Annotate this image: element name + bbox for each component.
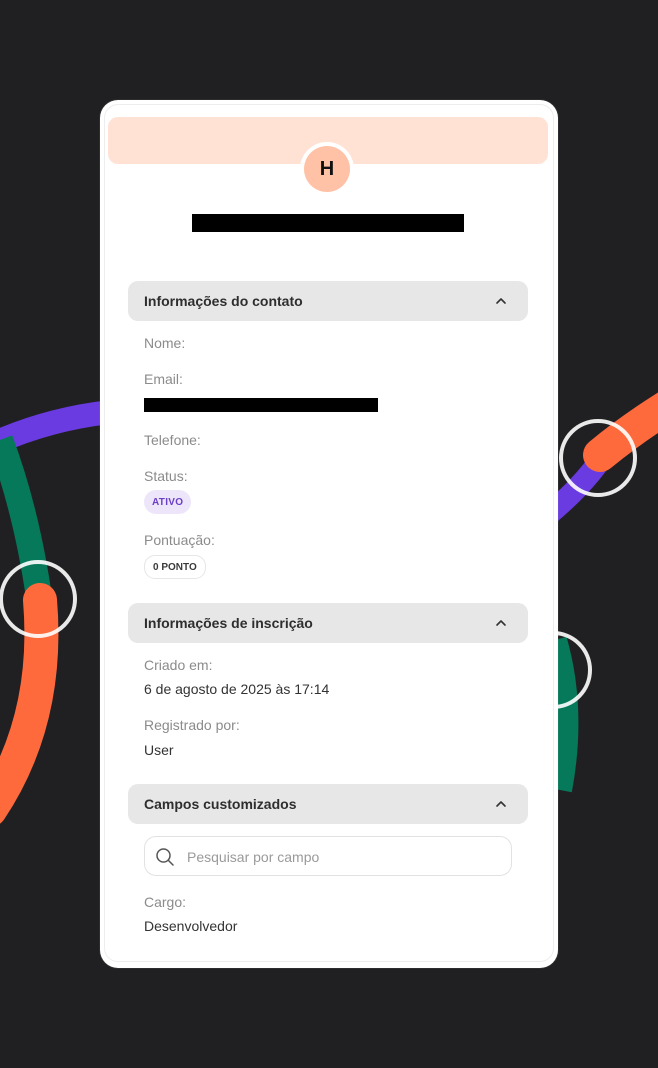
cargo-label: Cargo: bbox=[144, 894, 187, 910]
cargo-value: Desenvolvedor bbox=[144, 918, 238, 934]
chevron-up-icon bbox=[496, 298, 506, 304]
section-header-contact-info[interactable]: Informações do contato bbox=[128, 281, 528, 321]
name-label: Nome: bbox=[144, 335, 186, 351]
registered-by-value: User bbox=[144, 742, 174, 758]
status-label: Status: bbox=[144, 468, 188, 484]
registered-by-label: Registrado por: bbox=[144, 717, 240, 733]
score-badge: 0 PONTO bbox=[144, 555, 206, 579]
avatar: H bbox=[304, 146, 350, 192]
search-icon bbox=[156, 848, 174, 866]
section-title: Informações de inscrição bbox=[144, 615, 313, 631]
chevron-up-icon bbox=[496, 801, 506, 807]
field-search bbox=[144, 836, 512, 877]
redacted-contact-name bbox=[192, 214, 464, 232]
created-value: 6 de agosto de 2025 às 17:14 bbox=[144, 681, 330, 697]
score-label: Pontuação: bbox=[144, 532, 215, 548]
chevron-up-icon bbox=[496, 620, 506, 626]
section-title: Informações do contato bbox=[144, 293, 303, 309]
avatar-ring: H bbox=[300, 142, 354, 196]
email-label: Email: bbox=[144, 371, 183, 387]
created-label: Criado em: bbox=[144, 657, 213, 673]
redacted-email-value bbox=[144, 398, 378, 412]
status-badge: ATIVO bbox=[144, 490, 192, 514]
field-search-input[interactable] bbox=[185, 837, 499, 877]
phone-label: Telefone: bbox=[144, 432, 201, 448]
section-header-registration-info[interactable]: Informações de inscrição bbox=[128, 603, 528, 643]
section-title: Campos customizados bbox=[144, 796, 297, 812]
section-header-custom-fields[interactable]: Campos customizados bbox=[128, 784, 528, 824]
contact-card: H Informações do contato Nome: Email: Te… bbox=[100, 100, 558, 968]
